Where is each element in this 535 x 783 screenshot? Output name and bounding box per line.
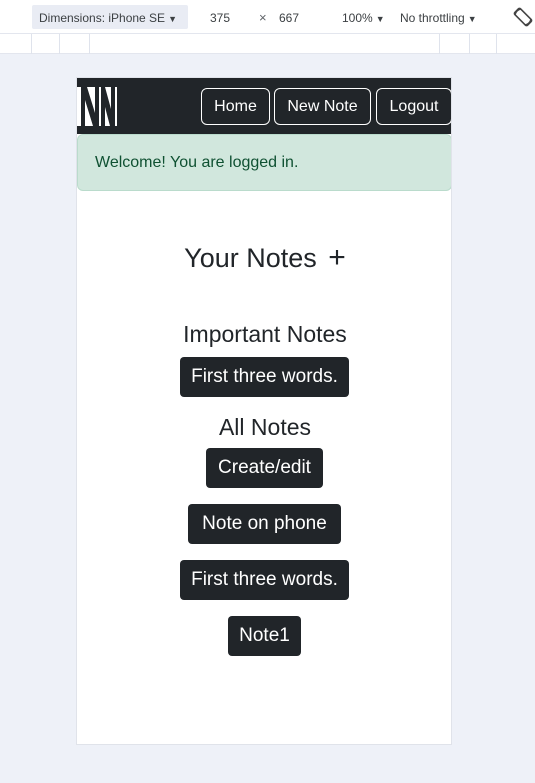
media-query-bar[interactable] bbox=[59, 34, 89, 54]
chevron-down-icon: ▼ bbox=[467, 14, 477, 24]
home-button[interactable]: Home bbox=[201, 88, 270, 125]
media-query-bar[interactable] bbox=[469, 34, 497, 54]
media-query-bar[interactable] bbox=[89, 34, 439, 54]
add-note-icon[interactable]: + bbox=[328, 241, 346, 274]
navbar: Home New Note Logout bbox=[77, 78, 451, 134]
device-viewport: Home New Note Logout Welcome! You are lo… bbox=[76, 77, 452, 745]
success-alert: Welcome! You are logged in. bbox=[77, 134, 451, 191]
media-query-ruler bbox=[0, 34, 535, 54]
device-dimensions-dropdown[interactable]: Dimensions: iPhone SE ▼ bbox=[32, 5, 188, 29]
viewport-width-input[interactable]: 375 bbox=[210, 11, 230, 25]
throttling-dropdown[interactable]: No throttling ▼ bbox=[400, 11, 477, 25]
important-notes-heading: Important Notes bbox=[183, 321, 347, 347]
brand-logo-icon[interactable] bbox=[77, 87, 117, 126]
chevron-down-icon: ▼ bbox=[375, 14, 385, 24]
media-query-bar[interactable] bbox=[439, 34, 469, 54]
logout-button[interactable]: Logout bbox=[376, 88, 451, 125]
alert-message: Welcome! You are logged in. bbox=[95, 154, 299, 171]
device-dimensions-label: Dimensions: iPhone SE bbox=[39, 11, 166, 25]
chevron-down-icon: ▼ bbox=[168, 14, 177, 24]
note-button[interactable]: Note1 bbox=[228, 616, 301, 656]
page-title: Your Notes + bbox=[77, 241, 451, 275]
all-notes-heading: All Notes bbox=[218, 414, 312, 440]
viewport-height-input[interactable]: 667 bbox=[279, 11, 299, 25]
page-title-text: Your Notes bbox=[184, 243, 317, 273]
dimension-separator: × bbox=[259, 10, 267, 25]
devtools-device-toolbar: Dimensions: iPhone SE ▼ 375 × 667 100% ▼ N… bbox=[0, 0, 535, 34]
important-note-button[interactable]: First three words. bbox=[180, 357, 349, 397]
zoom-dropdown[interactable]: 100% ▼ bbox=[342, 11, 385, 25]
note-button[interactable]: Note on phone bbox=[188, 504, 341, 544]
media-query-bar[interactable] bbox=[31, 34, 59, 54]
note-button[interactable]: First three words. bbox=[180, 560, 349, 600]
rotate-icon[interactable] bbox=[512, 6, 534, 28]
throttling-value: No throttling bbox=[400, 11, 465, 25]
zoom-value: 100% bbox=[342, 11, 373, 25]
note-button[interactable]: Create/edit bbox=[206, 448, 323, 488]
new-note-button[interactable]: New Note bbox=[274, 88, 371, 125]
